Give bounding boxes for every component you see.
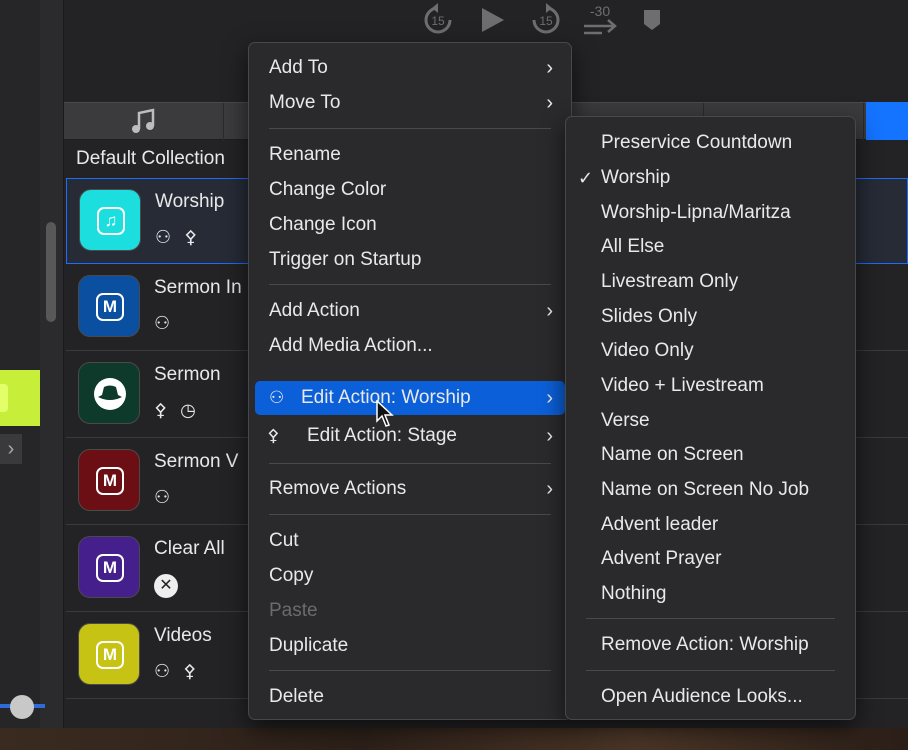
submenu-item[interactable]: Video + Livestream [566,369,855,403]
submenu-item-checked[interactable]: ✓ Worship [566,161,855,195]
submenu-item[interactable]: Worship-Lipna/Maritza [566,196,855,230]
menu-item-rename[interactable]: Rename [249,138,571,172]
submenu-item[interactable]: Verse [566,404,855,438]
menu-item-move-to[interactable]: Move To › [249,86,571,120]
tab-audio[interactable] [64,103,224,141]
submenu-item[interactable]: Advent Prayer [566,542,855,576]
media-m-icon: M [78,536,140,598]
size-slider-knob[interactable] [10,695,34,719]
left-panel-divider [40,0,64,750]
submenu-open-audience-looks[interactable]: Open Audience Looks... [566,680,855,714]
menu-separator [586,618,835,619]
submenu-item[interactable]: Video Only [566,334,855,368]
cue-actions: ⚇ ⚴ [155,227,202,247]
submenu-item[interactable]: Preservice Countdown [566,126,855,160]
cue-name: Sermon V [154,451,239,472]
play-icon [482,8,504,32]
svg-text:15: 15 [431,14,445,28]
time-offset-button[interactable]: -30 [582,2,622,38]
menu-separator [269,670,551,671]
chevron-right-icon: › [546,57,553,79]
menu-item-add-to[interactable]: Add To › [249,51,571,85]
menu-item-duplicate[interactable]: Duplicate [249,629,571,663]
checkmark-icon: ✓ [578,168,594,188]
media-m-icon: M [78,623,140,685]
context-menu: Add To › Move To › Rename Change Color Cha… [248,42,572,720]
music-note-icon: ♫ [79,189,141,251]
menu-item-add-action[interactable]: Add Action › [249,294,571,328]
rewind-15-button[interactable]: 15 [420,2,456,38]
cue-name: Sermon In [154,277,242,298]
time-offset-icon: -30 [584,3,617,35]
menu-separator [586,670,835,671]
marker-icon [644,10,660,30]
submenu-item[interactable]: Name on Screen [566,438,855,472]
submenu-item[interactable]: Name on Screen No Job [566,473,855,507]
chevron-right-icon: › [546,387,553,409]
submenu-item[interactable]: All Else [566,230,855,264]
forward-icon: 15 [532,3,560,34]
menu-item-paste: Paste [269,600,318,621]
mouse-cursor-icon [376,400,394,427]
look-submenu: Preservice Countdown ✓ Worship Worship-Li… [565,116,856,720]
media-m-icon: M [78,449,140,511]
tab-active[interactable] [866,102,908,140]
vertical-scrollbar[interactable] [46,222,56,322]
menu-item-cut[interactable]: Cut [249,524,571,558]
submenu-remove-action[interactable]: Remove Action: Worship [566,628,855,662]
menu-item-delete[interactable]: Delete [249,680,571,714]
menu-item-change-icon[interactable]: Change Icon [249,208,571,242]
cue-actions: ✕ [154,574,178,598]
marker-button[interactable] [642,2,662,38]
menu-item-remove-actions[interactable]: Remove Actions › [249,472,571,506]
submenu-item[interactable]: Slides Only [566,300,855,334]
cue-name: Videos [154,625,212,646]
transport-controls: 15 15 -30 [420,2,680,38]
cue-name: Clear All [154,538,225,559]
submenu-item[interactable]: Advent leader [566,508,855,542]
cue-actions: ⚴ ◷ [154,400,200,420]
menu-item-change-color[interactable]: Change Color [249,173,571,207]
rewind-icon: 15 [424,3,452,34]
submenu-item[interactable]: Nothing [566,577,855,611]
menu-item-trigger-on-startup[interactable]: Trigger on Startup [249,243,571,277]
chevron-right-icon: › [546,425,553,447]
play-button[interactable] [478,2,508,38]
submenu-item[interactable]: Livestream Only [566,265,855,299]
media-m-icon: M [78,275,140,337]
mustache-icon: ⚇ [269,388,285,407]
cue-name: Sermon [154,364,221,385]
bottom-preview-image [0,728,908,750]
chevron-right-icon: › [546,92,553,114]
menu-separator [269,284,551,285]
menu-separator [269,514,551,515]
cue-actions: ⚇ [154,313,175,333]
cue-name: Worship [155,191,225,212]
music-note-icon [132,108,155,133]
chevron-right-icon: › [546,478,553,500]
menu-item-edit-action-stage[interactable]: ⚴ Edit Action: Stage › [249,419,571,453]
menu-separator [269,128,551,129]
cue-actions: ⚇ ⚴ [154,661,201,681]
hat-icon [78,362,140,424]
clear-x-icon: ✕ [154,574,178,598]
chevron-right-icon: › [546,300,553,322]
expand-chevron-icon[interactable]: › [0,434,22,464]
menu-separator [269,463,551,464]
lime-cue-marker [0,384,8,412]
menu-item-copy[interactable]: Copy [249,559,571,593]
stage-icon: ⚴ [267,426,280,445]
cue-actions: ⚇ [154,487,175,507]
svg-text:-30: -30 [590,3,610,19]
collection-title: Default Collection [76,148,225,169]
menu-item-edit-action-worship[interactable]: ⚇ Edit Action: Worship › [255,381,565,415]
svg-text:15: 15 [539,14,553,28]
menu-item-add-media-action[interactable]: Add Media Action... [249,329,571,363]
forward-15-button[interactable]: 15 [528,2,564,38]
